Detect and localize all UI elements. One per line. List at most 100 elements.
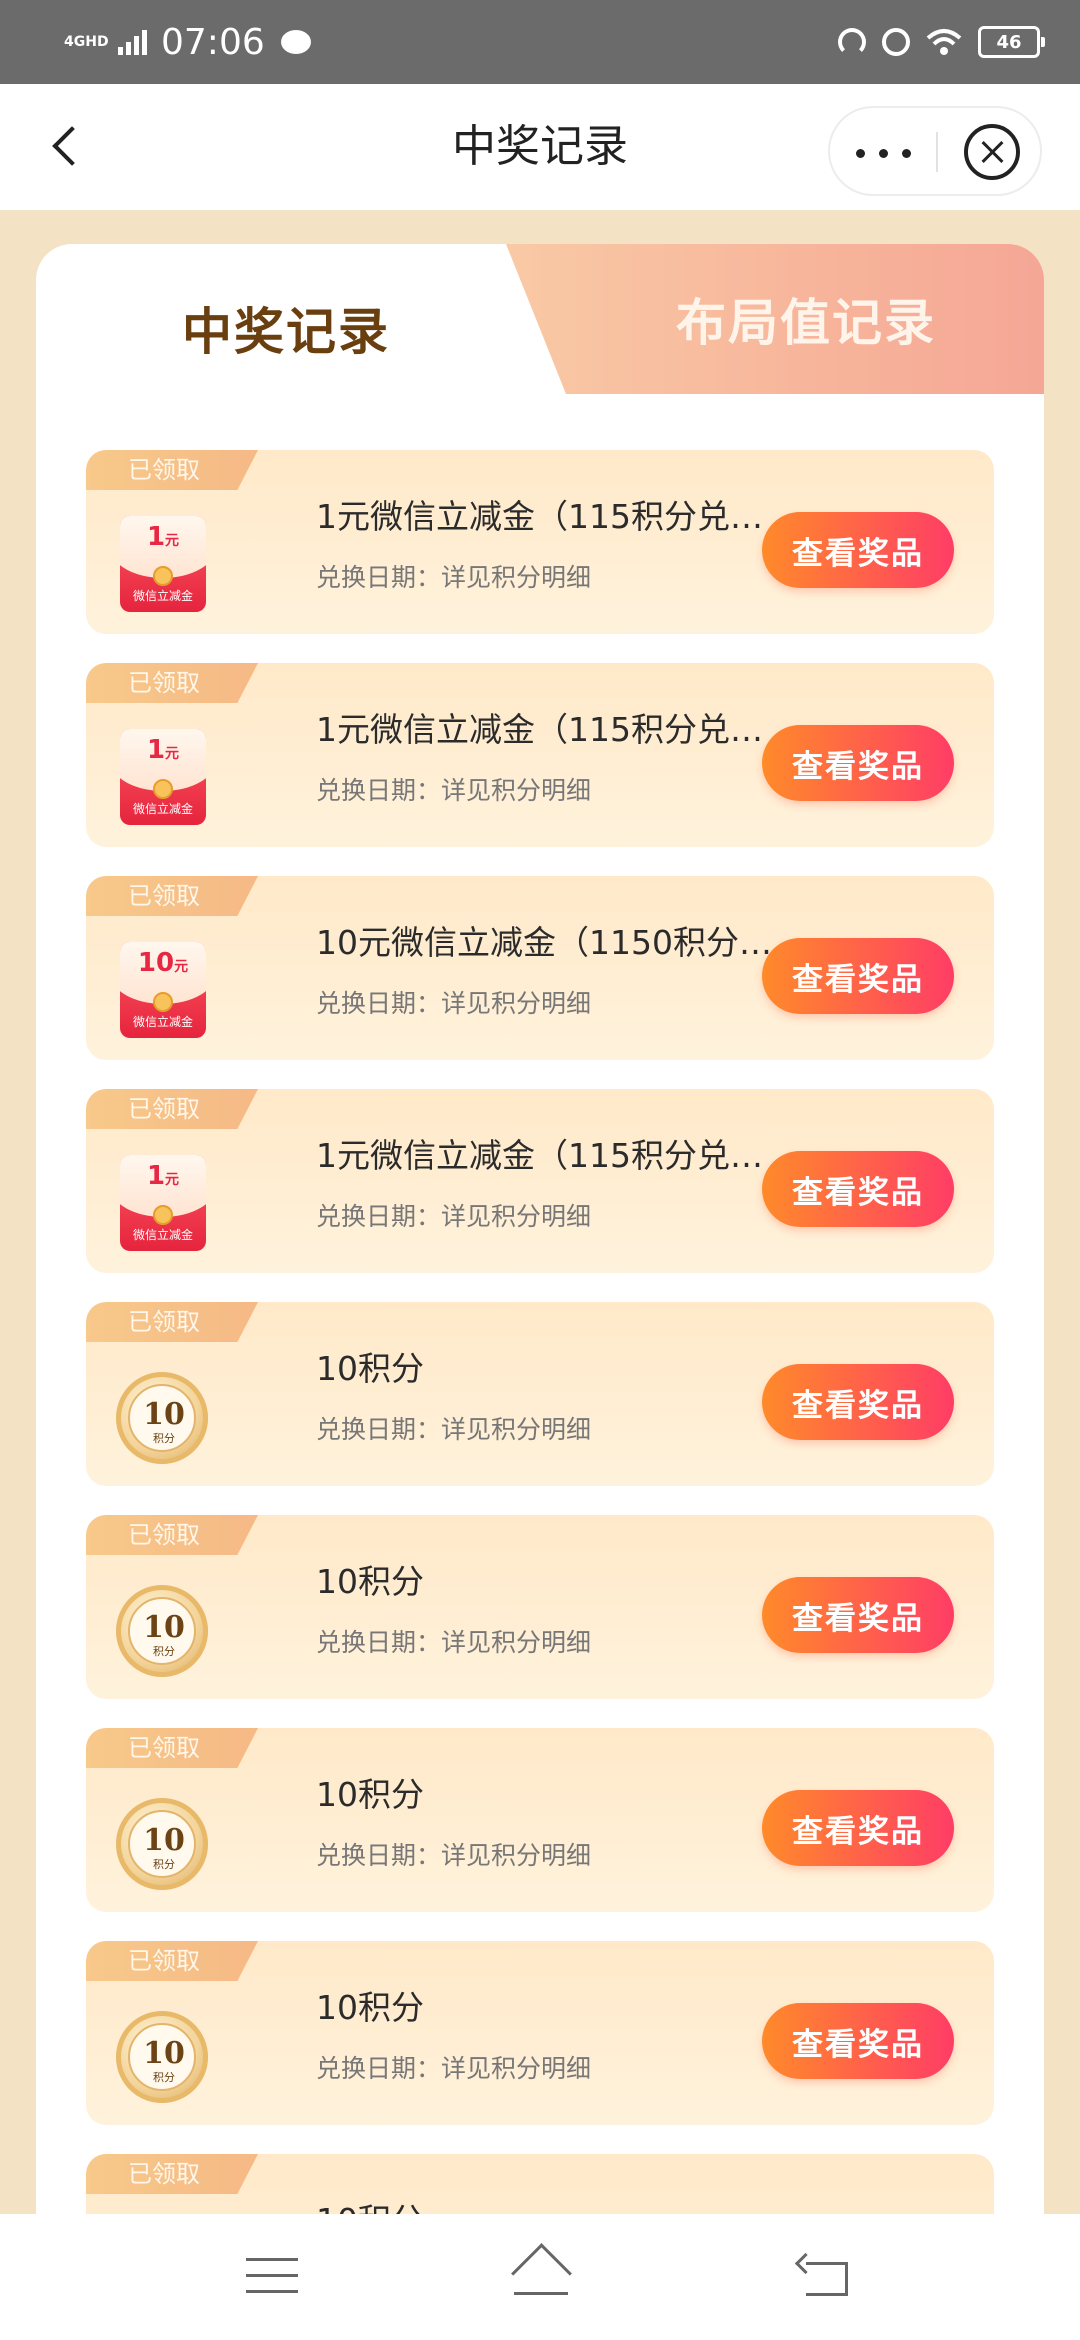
view-prize-button[interactable]: 查看奖品 [762,2003,954,2079]
points-coin-icon: 10积分 [116,1798,208,1890]
envelope-amount: 1 [146,522,166,552]
prize-icon: 10元微信立减金 [116,942,208,1042]
chat-notification-icon [280,30,311,54]
prize-icon: 10积分 [116,1794,208,1894]
record-item: 已领取 1元 微信立减金 1元微信立减金（115积分兑换） 兑换日期：详见积分明细 查看奖… [86,450,994,634]
capsule-divider [936,132,938,172]
exchange-date: 兑换日期：详见积分明细 [316,1628,592,1657]
home-icon[interactable] [506,2250,576,2302]
exchange-date: 兑换日期：详见积分明细 [316,1841,592,1870]
view-prize-button[interactable]: 查看奖品 [762,1790,954,1866]
exchange-date: 兑换日期：详见积分明细 [316,2054,592,2083]
status-left: 4GHD 07:06 [64,0,311,84]
coin-unit: 积分 [153,1645,175,1658]
wifi-icon [926,29,962,55]
claimed-badge: 已领取 [86,1515,258,1555]
alarm-icon [882,28,910,56]
exchange-date: 兑换日期：详见积分明细 [316,776,592,805]
prize-name: 10积分 [316,1349,424,1388]
status-bar: 4GHD 07:06 46 [0,0,1080,84]
exchange-date: 兑换日期：详见积分明细 [316,1415,592,1444]
headset-icon [838,28,866,56]
chevron-left-icon[interactable] [40,114,100,174]
close-circle-icon[interactable] [964,124,1020,180]
system-nav-bar [0,2214,1080,2340]
claimed-badge: 已领取 [86,876,258,916]
prize-name: 10积分 [316,1988,424,2027]
view-prize-button[interactable]: 查看奖品 [762,1151,954,1227]
prize-name: 1元微信立减金（115积分兑换） [316,497,786,536]
tab-label: 布局值记录 [676,294,936,352]
coin-unit: 积分 [153,1858,175,1871]
tab-prize-records[interactable]: 中奖记录 [36,244,536,412]
claimed-badge: 已领取 [86,450,258,490]
envelope-unit: 元 [165,533,180,549]
points-coin-icon: 10积分 [116,2011,208,2103]
red-envelope-icon: 1元微信立减金 [120,516,206,612]
points-coin-icon: 10积分 [116,1585,208,1677]
view-prize-button[interactable]: 查看奖品 [762,1577,954,1653]
record-item: 已领取10积分10积分兑换日期：详见积分明细查看奖品 [86,1302,994,1486]
record-item: 已领取10积分10积分兑换日期：详见积分明细查看奖品 [86,1728,994,1912]
red-envelope-icon: 1元微信立减金 [120,729,206,825]
prize-icon: 1元 微信立减金 [116,1155,208,1255]
tab-label: 中奖记录 [182,303,390,361]
records-card: 中奖记录 布局值记录 已领取 1元 微信立减金 1元微信立减金（115积分兑换） 兑换日… [36,244,1044,2294]
prize-icon: 10积分 [116,2007,208,2107]
coin-unit: 积分 [153,1432,175,1445]
envelope-unit: 元 [174,959,189,975]
coin-amount: 10 [143,2036,185,2071]
prize-name: 10积分 [316,1562,424,1601]
view-prize-button[interactable]: 查看奖品 [762,725,954,801]
back-arrow-icon[interactable] [794,2252,850,2298]
view-prize-button[interactable]: 查看奖品 [762,512,954,588]
coin-amount: 10 [143,1610,185,1645]
prize-name: 10元微信立减金（1150积分兑… [316,923,786,962]
coin-unit: 积分 [153,2071,175,2084]
status-right: 46 [838,0,1045,84]
prize-name: 1元微信立减金（115积分兑换） [316,710,786,749]
envelope-caption: 微信立减金 [132,802,193,816]
coin-amount: 10 [143,1823,185,1858]
records-list: 已领取 1元 微信立减金 1元微信立减金（115积分兑换） 兑换日期：详见积分明细 查看奖… [86,450,994,2294]
network-type: 4GHD [64,34,109,50]
battery-icon: 46 [978,26,1045,58]
status-time: 07:06 [161,21,265,63]
record-item: 已领取10积分10积分兑换日期：详见积分明细查看奖品 [86,1941,994,2125]
claimed-badge: 已领取 [86,1302,258,1342]
tab-layout-value-records[interactable]: 布局值记录 [576,244,1036,394]
prize-icon: 1元微信立减金 [116,516,208,616]
signal-icon [118,29,147,55]
prize-name: 10积分 [316,1775,424,1814]
envelope-unit: 元 [165,1172,180,1188]
coin-amount: 10 [143,1397,185,1432]
prize-icon: 10积分 [116,1581,208,1681]
points-coin-icon: 10积分 [116,1372,208,1464]
view-prize-button[interactable]: 查看奖品 [762,938,954,1014]
envelope-amount: 1 [146,735,166,765]
prize-icon: 1元微信立减金 [116,729,208,829]
envelope-caption: 微信立减金 [132,1015,193,1029]
claimed-badge: 已领取 [86,663,258,703]
claimed-badge: 已领取 [86,1728,258,1768]
claimed-badge: 已领取 [86,2154,258,2194]
envelope-amount: 10 [137,948,175,978]
menu-icon[interactable] [246,2256,298,2296]
exchange-date: 兑换日期：详见积分明细 [316,989,592,1018]
envelope-caption: 微信立减金 [132,589,193,603]
claimed-badge: 已领取 [86,1089,258,1129]
mini-program-capsule [828,106,1042,196]
envelope-caption: 微信立减金 [132,1228,193,1242]
view-prize-button[interactable]: 查看奖品 [762,1364,954,1440]
app-header: 中奖记录 [0,84,1080,210]
claimed-badge: 已领取 [86,1941,258,1981]
red-envelope-icon: 1元 微信立减金 [120,1155,206,1251]
prize-icon: 10积分 [116,1368,208,1468]
exchange-date: 兑换日期：详见积分明细 [316,1202,592,1231]
prize-name: 1元微信立减金（115积分兑换） [316,1136,786,1175]
record-item: 已领取10积分10积分兑换日期：详见积分明细查看奖品 [86,1515,994,1699]
envelope-unit: 元 [165,746,180,762]
more-dots-icon[interactable] [852,122,916,182]
red-envelope-icon: 10元微信立减金 [120,942,206,1038]
record-item: 已领取 10元微信立减金 10元微信立减金（1150积分兑… 兑换日期：详见积分明细 查… [86,876,994,1060]
